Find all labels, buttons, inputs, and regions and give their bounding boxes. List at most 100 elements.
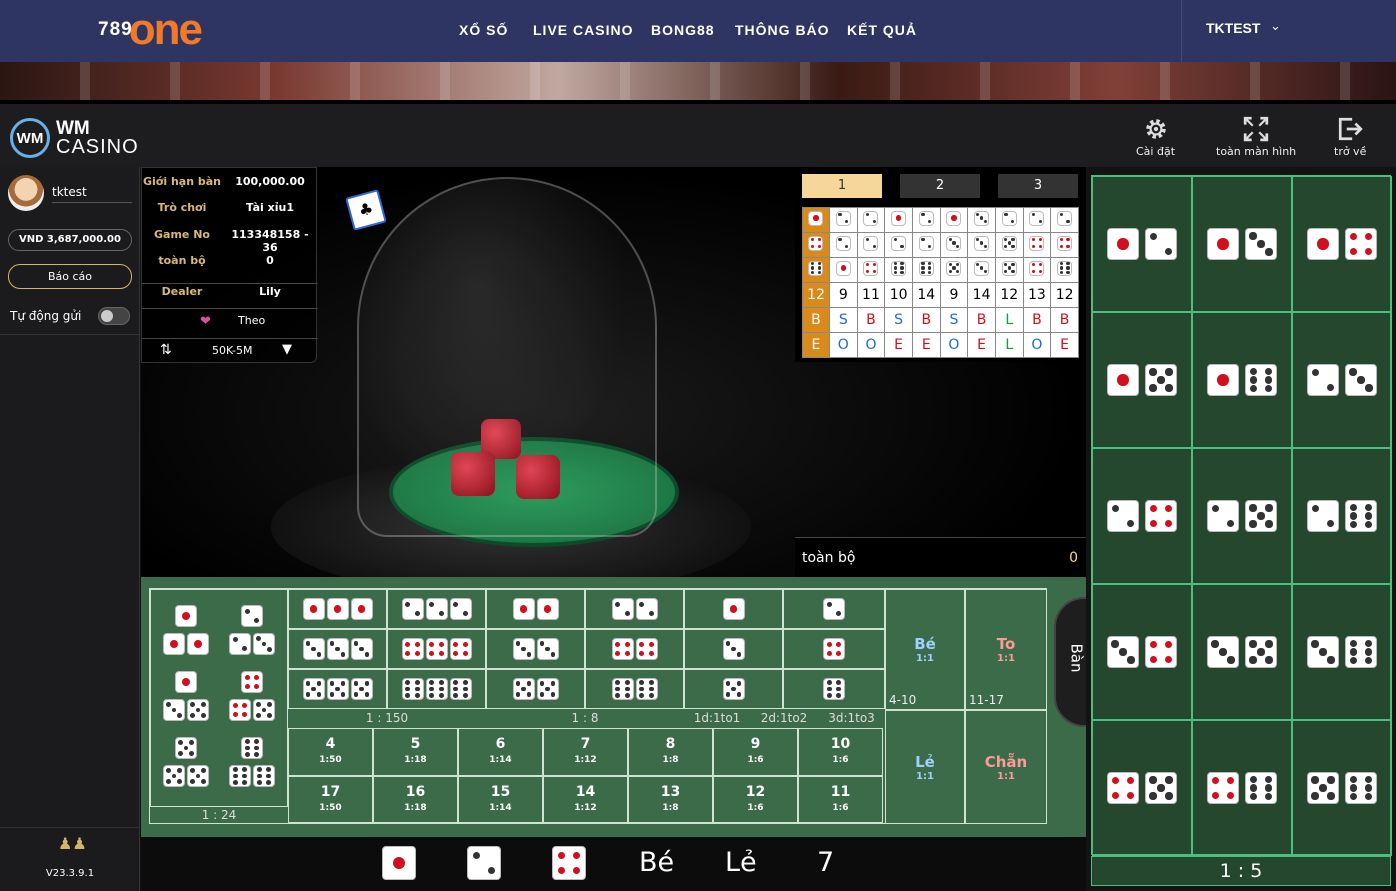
combination-bet[interactable] (1092, 176, 1192, 312)
sum-value: 5 1:18 (404, 736, 427, 765)
nav-lottery[interactable]: XỔ SỐ (459, 22, 508, 38)
nav-results[interactable]: KẾT QUẢ (847, 22, 917, 38)
settings-button[interactable]: Cài đặt (1136, 116, 1175, 158)
site-logo[interactable]: 789 one (98, 8, 203, 52)
sum-bet-13[interactable]: 13 1:8 (628, 776, 713, 823)
double-bet[interactable] (585, 629, 684, 669)
nav-bong88[interactable]: BONG88 (651, 22, 715, 38)
combination-bet[interactable] (1292, 312, 1392, 448)
die-face-1-icon (382, 846, 416, 880)
road-cell: S (939, 307, 969, 333)
fullscreen-button[interactable]: toàn màn hình (1216, 116, 1296, 158)
sum-bet-5[interactable]: 5 1:18 (373, 728, 458, 776)
sum-bet-17[interactable]: 17 1:50 (288, 776, 373, 823)
die-face-6-icon (808, 260, 824, 276)
single-bet[interactable] (684, 629, 783, 669)
combination-bet[interactable] (1292, 448, 1392, 584)
combination-bet[interactable] (1192, 176, 1292, 312)
small-bet[interactable]: Bé 1:1 4-10 (885, 589, 965, 710)
big-bet[interactable]: To 1:1 11-17 (965, 589, 1047, 710)
sum-bet-8[interactable]: 8 1:8 (628, 728, 713, 776)
sum-bet-6[interactable]: 6 1:14 (458, 728, 543, 776)
double-bet[interactable] (585, 669, 684, 709)
single-ratio-2: 2d:1to2 (760, 711, 808, 725)
combination-bet[interactable] (1192, 584, 1292, 720)
die-face-3-icon (722, 638, 745, 660)
sum-bet-4[interactable]: 4 1:50 (288, 728, 373, 776)
triple-bet[interactable] (387, 589, 486, 629)
combination-bet[interactable] (1292, 720, 1392, 856)
double-ratio: 1 : 8 (571, 711, 599, 725)
sum-bet-12[interactable]: 12 1:6 (713, 776, 798, 823)
combination-bet[interactable] (1092, 448, 1192, 584)
combination-bet[interactable] (1292, 584, 1392, 720)
nav-announcements[interactable]: THÔNG BÁO (735, 22, 830, 38)
road-cell: B (911, 307, 941, 333)
road-cell: 12 (994, 282, 1024, 308)
single-bet[interactable] (684, 589, 783, 629)
road-tab-2[interactable]: 2 (900, 174, 980, 198)
combination-bet[interactable] (1192, 720, 1292, 856)
odd-bet[interactable]: Lẻ 1:1 (885, 710, 965, 824)
user-menu[interactable]: TKTEST ⌄ (1181, 0, 1396, 62)
single-bet[interactable] (783, 629, 885, 669)
sum-bet-9[interactable]: 9 1:6 (713, 728, 798, 776)
road-cell: S (884, 307, 913, 333)
triple-bet[interactable] (387, 629, 486, 669)
die-face-3-icon (536, 638, 559, 660)
single-bet[interactable] (783, 589, 885, 629)
avatar[interactable] (8, 175, 44, 211)
triple-bet[interactable] (288, 669, 387, 709)
triple-bet[interactable] (288, 629, 387, 669)
pair-combo-area[interactable] (150, 589, 288, 807)
single-bet[interactable] (684, 669, 783, 709)
sum-bet-7[interactable]: 7 1:12 (543, 728, 628, 776)
die-face-4-icon (1029, 260, 1045, 276)
table-switch-button[interactable]: Bàn (1054, 597, 1090, 727)
back-button[interactable]: trở về (1334, 116, 1366, 158)
road-tab-1[interactable]: 1 (802, 174, 882, 198)
double-bet[interactable] (486, 669, 585, 709)
double-bet[interactable] (486, 589, 585, 629)
road-tab-3[interactable]: 3 (998, 174, 1078, 198)
sum-bet-14[interactable]: 14 1:12 (543, 776, 628, 823)
sum-bet-11[interactable]: 11 1:6 (798, 776, 883, 823)
road-cell: 10 (884, 282, 913, 308)
combination-bet[interactable] (1192, 312, 1292, 448)
combination-bet[interactable] (1092, 720, 1192, 856)
road-cell: B (856, 307, 886, 333)
combination-bet[interactable] (1092, 584, 1192, 720)
triple-bet[interactable] (288, 589, 387, 629)
die-face-1-icon (175, 605, 197, 627)
bet-range-select[interactable]: ⇅ 50K-5M ▼ (142, 338, 318, 362)
double-bet[interactable] (585, 589, 684, 629)
die-face-5-icon (350, 678, 373, 700)
report-button[interactable]: Báo cáo (8, 264, 132, 289)
even-bet[interactable]: Chẵn 1:1 (965, 710, 1047, 824)
triple-bet[interactable] (387, 669, 486, 709)
die-face-4-icon (1057, 235, 1073, 251)
combination-bet[interactable] (1292, 176, 1392, 312)
combination-bet[interactable] (1092, 312, 1192, 448)
die-face-2-icon (891, 235, 907, 251)
sum-bet-15[interactable]: 15 1:14 (458, 776, 543, 823)
info-key: toàn bộ (158, 254, 206, 267)
sum-bet-16[interactable]: 16 1:18 (373, 776, 458, 823)
players-icon[interactable]: ♟♟ (58, 834, 87, 853)
sum-bet-10[interactable]: 10 1:6 (798, 728, 883, 776)
combination-bet[interactable] (1192, 448, 1292, 584)
card-switch-icon[interactable]: ♣ (345, 189, 387, 231)
follow-row[interactable]: ❤ Theo (142, 308, 318, 334)
die-face-1-icon (1307, 228, 1339, 260)
die-face-3-icon (974, 210, 990, 226)
chevron-down-icon: ⌄ (1270, 19, 1281, 34)
double-bet[interactable] (486, 629, 585, 669)
road-cell: 11 (856, 282, 886, 308)
die-face-3-icon (1107, 636, 1139, 668)
auto-bet-toggle[interactable] (98, 307, 130, 325)
nav-live-casino[interactable]: LIVE CASINO (533, 22, 633, 38)
sum-value: 16 1:18 (404, 783, 427, 813)
die-face-6-icon (1345, 500, 1377, 532)
total-value: 0 (1069, 550, 1078, 566)
single-bet[interactable] (783, 669, 885, 709)
